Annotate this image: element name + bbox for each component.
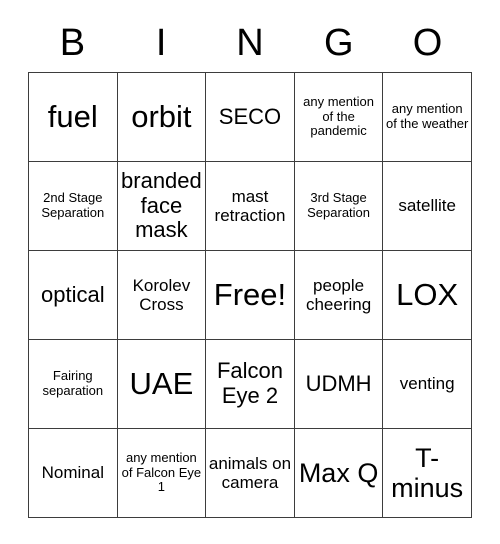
bingo-cell-label: animals on camera: [208, 453, 292, 492]
bingo-cell[interactable]: LOX: [383, 251, 472, 340]
bingo-cell-label: Nominal: [41, 463, 104, 483]
bingo-card: B I N G O fuel orbit SECO any mention of…: [28, 14, 472, 518]
bingo-row: Nominal any mention of Falcon Eye 1 anim…: [29, 429, 472, 518]
bingo-cell-label: any mention of Falcon Eye 1: [121, 450, 202, 495]
bingo-row: 2nd Stage Separation branded face mask m…: [29, 162, 472, 251]
header-letter-g: G: [324, 22, 354, 64]
bingo-cell-label: fuel: [47, 98, 98, 134]
bingo-cell[interactable]: venting: [383, 340, 472, 429]
bingo-cell[interactable]: orbit: [117, 73, 207, 162]
bingo-cell[interactable]: people cheering: [294, 251, 384, 340]
bingo-cell[interactable]: any mention of the pandemic: [294, 73, 384, 162]
bingo-cell-label: mast retraction: [214, 186, 286, 225]
bingo-cell-label: optical: [41, 281, 105, 307]
bingo-cell-label: any mention of the pandemic: [303, 94, 374, 139]
bingo-cell-label: 2nd Stage Separation: [41, 190, 105, 220]
bingo-cell[interactable]: any mention of the weather: [383, 73, 472, 162]
bingo-cell-label: any mention of the weather: [385, 101, 469, 131]
bingo-cell-label: people cheering: [305, 275, 372, 314]
bingo-cell-label: SECO: [218, 103, 282, 129]
bingo-cell-label: 3rd Stage Separation: [307, 190, 371, 220]
bingo-cell[interactable]: fuel: [29, 73, 118, 162]
bingo-cell[interactable]: T-minus: [383, 429, 472, 518]
bingo-row: fuel orbit SECO any mention of the pande…: [29, 73, 472, 162]
bingo-cell[interactable]: Max Q: [294, 429, 384, 518]
header-letter-n: N: [236, 22, 264, 64]
bingo-grid: fuel orbit SECO any mention of the pande…: [28, 72, 472, 518]
bingo-cell[interactable]: UDMH: [294, 340, 384, 429]
header-letter-b: B: [59, 22, 86, 64]
bingo-row: optical Korolev Cross Free! people cheer…: [29, 251, 472, 340]
bingo-header-row: B I N G O: [28, 14, 472, 72]
bingo-cell[interactable]: Nominal: [29, 429, 118, 518]
bingo-cell-label: Fairing separation: [42, 368, 104, 398]
bingo-cell-label: Korolev Cross: [132, 275, 191, 314]
bingo-row: Fairing separation UAE Falcon Eye 2 UDMH…: [29, 340, 472, 429]
bingo-cell-label: Falcon Eye 2: [216, 358, 283, 408]
bingo-cell[interactable]: 2nd Stage Separation: [29, 162, 118, 251]
bingo-cell-label: LOX: [396, 276, 459, 312]
header-letter-o: O: [412, 22, 443, 64]
bingo-cell[interactable]: Korolev Cross: [117, 251, 207, 340]
bingo-cell-label: orbit: [131, 98, 192, 134]
bingo-cell-label: T-minus: [391, 442, 464, 503]
header-letter-i: I: [155, 22, 167, 64]
bingo-cell-label: venting: [399, 374, 455, 394]
bingo-cell-label: UAE: [129, 365, 194, 401]
bingo-cell[interactable]: SECO: [206, 73, 295, 162]
bingo-cell[interactable]: UAE: [117, 340, 207, 429]
bingo-cell[interactable]: branded face mask: [117, 162, 207, 251]
bingo-cell-free-space[interactable]: Free!: [206, 251, 295, 340]
bingo-cell-label: satellite: [398, 196, 456, 216]
bingo-cell[interactable]: mast retraction: [206, 162, 295, 251]
bingo-cell[interactable]: animals on camera: [206, 429, 295, 518]
bingo-cell[interactable]: 3rd Stage Separation: [294, 162, 384, 251]
bingo-cell[interactable]: Falcon Eye 2: [206, 340, 295, 429]
bingo-cell[interactable]: any mention of Falcon Eye 1: [117, 429, 207, 518]
bingo-cell-label: branded face mask: [121, 168, 202, 243]
bingo-cell-label: Free!: [213, 276, 287, 312]
bingo-cell-label: Max Q: [298, 457, 379, 488]
bingo-cell[interactable]: optical: [29, 251, 118, 340]
bingo-cell-label: UDMH: [305, 370, 372, 396]
bingo-cell[interactable]: Fairing separation: [29, 340, 118, 429]
bingo-cell[interactable]: satellite: [383, 162, 472, 251]
